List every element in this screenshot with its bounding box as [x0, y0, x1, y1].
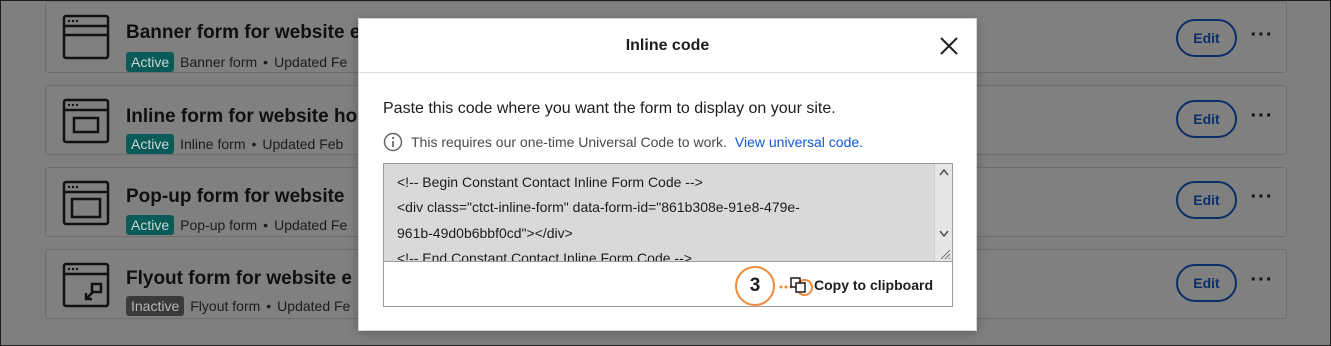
inline-code-modal: Inline code Paste this code where you wa…: [358, 18, 977, 331]
resize-grip-icon[interactable]: [939, 248, 951, 260]
app-background: Banner form for website e Active Banner …: [0, 0, 1331, 346]
info-icon: [383, 132, 403, 152]
code-line: <!-- End Constant Contact Inline Form Co…: [397, 250, 692, 262]
form-title[interactable]: Pop-up form for website: [126, 186, 345, 208]
form-title[interactable]: Inline form for website ho: [126, 106, 357, 128]
instruction-text: Paste this code where you want the form …: [383, 100, 836, 117]
status-badge: Active: [126, 134, 175, 154]
popup-form-icon: [62, 180, 110, 226]
form-meta: Active Pop-up form • Updated Fe: [126, 215, 347, 235]
form-title[interactable]: Flyout form for website e: [126, 268, 352, 290]
universal-code-note: This requires our one-time Universal Cod…: [383, 131, 863, 153]
copy-icon: [790, 277, 806, 293]
scroll-down-icon[interactable]: [939, 230, 949, 238]
modal-title: Inline code: [625, 37, 710, 54]
step-callout-badge: 3: [735, 266, 775, 306]
edit-button[interactable]: Edit: [1176, 100, 1237, 138]
form-updated: Updated Feb: [262, 136, 344, 152]
form-type: Flyout form: [190, 298, 261, 314]
form-type: Banner form: [180, 54, 258, 70]
status-badge: Inactive: [126, 296, 185, 316]
code-scrollbar[interactable]: [934, 164, 952, 261]
more-options-button[interactable]: ···: [1250, 270, 1274, 293]
form-title[interactable]: Banner form for website e: [126, 22, 360, 44]
flyout-form-icon: [62, 262, 110, 308]
status-badge: Active: [126, 52, 175, 72]
form-type: Pop-up form: [180, 217, 258, 233]
status-badge: Active: [126, 215, 175, 235]
form-type: Inline form: [180, 136, 246, 152]
meta-separator: •: [266, 298, 272, 314]
meta-separator: •: [251, 136, 257, 152]
meta-separator: •: [263, 54, 269, 70]
more-options-button[interactable]: ···: [1250, 187, 1274, 210]
form-updated: Updated Fe: [277, 298, 351, 314]
copy-bar: 3 Copy to clipboard: [383, 262, 953, 307]
modal-header: Inline code: [359, 19, 976, 73]
inline-form-icon: [62, 98, 110, 144]
code-line: <div class="ctct-inline-form" data-form-…: [397, 199, 800, 215]
close-icon[interactable]: [939, 36, 959, 56]
more-options-button[interactable]: ···: [1250, 25, 1274, 48]
code-line: <!-- Begin Constant Contact Inline Form …: [397, 174, 703, 190]
form-meta: Active Banner form • Updated Fe: [126, 52, 347, 72]
edit-button[interactable]: Edit: [1176, 264, 1237, 302]
meta-separator: •: [263, 217, 269, 233]
banner-form-icon: [62, 14, 110, 60]
code-textarea[interactable]: <!-- Begin Constant Contact Inline Form …: [383, 163, 953, 262]
scroll-up-icon[interactable]: [939, 168, 949, 176]
form-meta: Active Inline form • Updated Feb: [126, 134, 343, 154]
form-meta: Inactive Flyout form • Updated Fe: [126, 296, 350, 316]
code-line: 961b-49d0b6bbf0cd"></div>: [397, 225, 573, 241]
edit-button[interactable]: Edit: [1176, 181, 1237, 219]
form-updated: Updated Fe: [274, 54, 348, 70]
form-updated: Updated Fe: [274, 217, 348, 233]
edit-button[interactable]: Edit: [1176, 19, 1237, 57]
view-universal-code-link[interactable]: View universal code.: [735, 134, 863, 150]
copy-to-clipboard-button[interactable]: Copy to clipboard: [788, 272, 933, 298]
note-text: This requires our one-time Universal Cod…: [411, 134, 727, 150]
copy-label: Copy to clipboard: [814, 277, 933, 293]
more-options-button[interactable]: ···: [1250, 106, 1274, 129]
